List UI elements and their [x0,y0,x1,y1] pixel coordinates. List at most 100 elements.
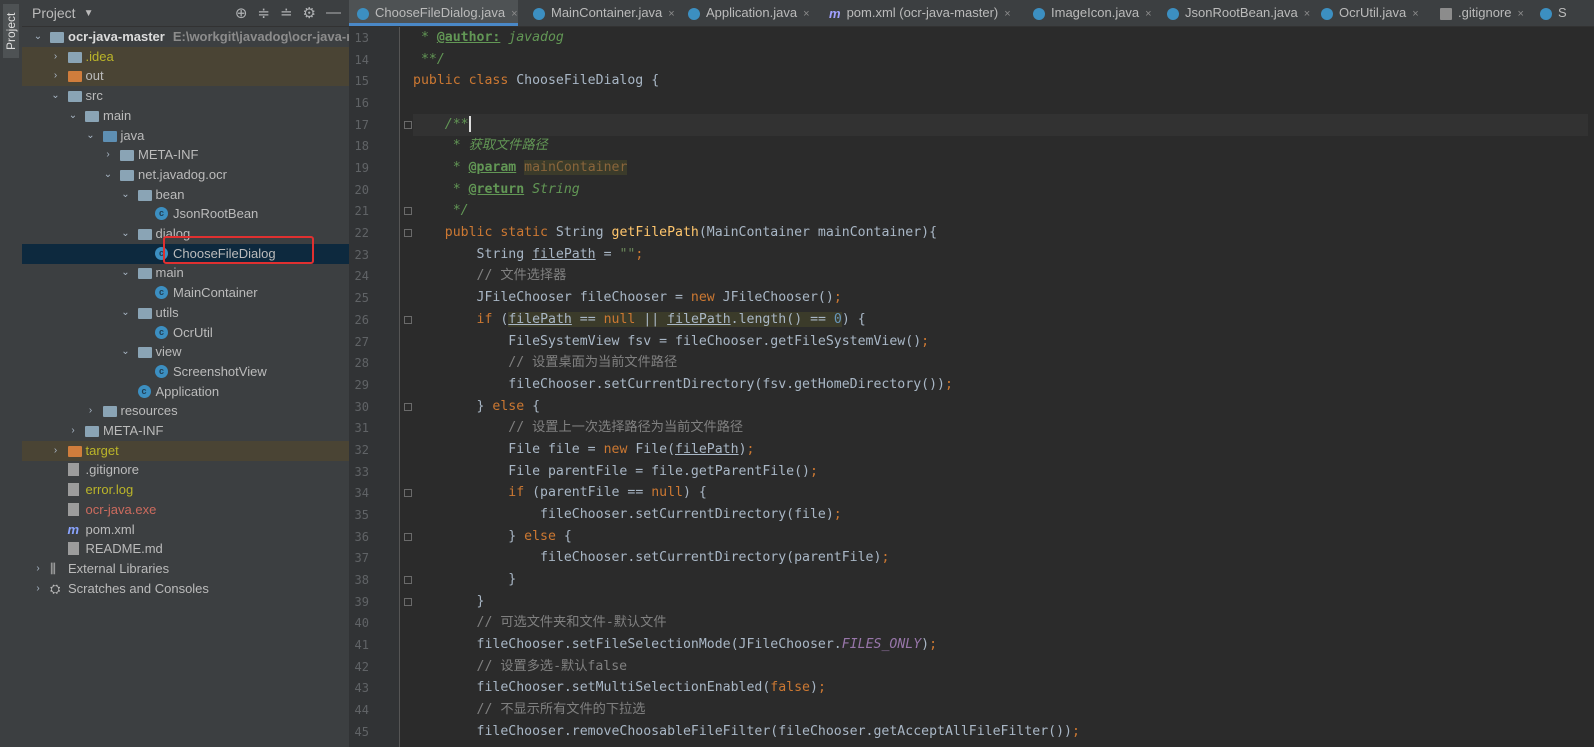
code-line[interactable]: // 文件选择器 [413,265,1588,287]
code-line[interactable]: fileChooser.removeChoosableFileFilter(fi… [413,721,1588,743]
code-line[interactable]: // 可选文件夹和文件-默认文件 [413,612,1588,634]
editor-tab[interactable]: S [1532,0,1567,26]
tree-item[interactable]: ⌄ main [22,106,349,126]
tree-item[interactable]: c MainContainer [22,283,349,303]
locate-icon[interactable]: ⊕ [235,4,248,22]
code-line[interactable]: File file = new File(filePath); [413,439,1588,461]
project-tool-button[interactable]: Project [3,4,19,58]
tree-item[interactable]: ⌄ src [22,86,349,106]
tree-item[interactable]: error.log [22,480,349,500]
close-icon[interactable]: × [1004,8,1010,20]
editor-tab[interactable]: Application.java × [680,0,810,26]
fold-marker-icon[interactable] [404,402,412,411]
chevron-down-icon[interactable]: ⌄ [67,106,79,126]
editor-tab[interactable]: OcrUtil.java × [1313,0,1419,26]
close-icon[interactable]: × [803,8,809,20]
chevron-down-icon[interactable]: ⌄ [50,86,62,106]
tree-item[interactable]: README.md [22,539,349,559]
close-icon[interactable]: × [511,8,517,20]
tree-item[interactable]: › META-INF [22,421,349,441]
tree-item[interactable]: .gitignore [22,460,349,480]
editor-tab[interactable]: ChooseFileDialog.java × [349,0,518,26]
fold-marker-icon[interactable] [404,576,412,584]
code-line[interactable]: public class ChooseFileDialog { [413,70,1588,92]
code-line[interactable]: * @return String [413,179,1588,201]
chevron-right-icon[interactable]: › [102,145,114,165]
chevron-down-icon[interactable]: ⌄ [32,27,44,47]
chevron-right-icon[interactable]: › [50,441,62,461]
tree-item[interactable]: ⌄ java [22,126,349,146]
editor-tab[interactable]: .gitignore × [1432,0,1524,26]
gear-icon[interactable]: ⚙ [303,4,316,22]
code-line[interactable]: if (parentFile == null) { [413,482,1588,504]
tree-item[interactable]: m pom.xml [22,520,349,540]
code-line[interactable]: /** [413,113,1588,136]
fold-marker-icon[interactable] [404,597,412,606]
fold-marker-icon[interactable] [404,207,412,216]
code-line[interactable]: fileChooser.setFileSelectionMode(JFileCh… [413,634,1588,656]
code-line[interactable]: // 设置上一次选择路径为当前文件路径 [413,417,1588,439]
tree-item[interactable]: › META-INF [22,145,349,165]
tree-item[interactable]: ⌄ ocr-java-master E:\workgit\javadog\ocr-j… [22,27,372,47]
code-line[interactable]: FileSystemView fsv = fileChooser.getFile… [413,331,1588,353]
expand-all-icon[interactable]: ≑ [257,4,270,22]
tree-item[interactable]: ⌄ net.javadog.ocr [22,165,349,185]
code-line[interactable]: // 不显示所有文件的下拉选 [413,699,1588,721]
tree-item[interactable]: ⌄ bean [22,185,349,205]
code-line[interactable]: **/ [413,49,1588,71]
tree-item[interactable]: c OcrUtil [22,323,349,343]
code-line[interactable]: */ [413,200,1588,222]
fold-marker-icon[interactable] [404,315,412,324]
chevron-right-icon[interactable]: › [67,421,79,441]
fold-marker-icon[interactable] [404,532,412,541]
tree-item[interactable]: › .idea [22,46,349,67]
code-line[interactable]: * @author: javadog [413,27,1588,49]
chevron-right-icon[interactable]: › [32,579,44,599]
code-line[interactable]: fileChooser.setCurrentDirectory(file); [413,504,1588,526]
code-line[interactable]: fileChooser.setCurrentDirectory(fsv.getH… [413,374,1588,396]
code-line[interactable]: } [413,591,1588,613]
editor-tab[interactable]: m pom.xml (ocr-java-master) × [821,0,1011,26]
code-line[interactable]: * 获取文件路径 [413,135,1588,157]
chevron-right-icon[interactable]: › [85,401,97,421]
chevron-down-icon[interactable]: ⌄ [120,224,132,244]
chevron-down-icon[interactable]: ⌄ [102,165,114,185]
chevron-right-icon[interactable]: › [50,66,62,86]
fold-marker-icon[interactable] [404,489,412,498]
close-icon[interactable]: × [1517,8,1523,20]
tree-item[interactable]: › resources [22,401,349,421]
code-line[interactable]: } else { [413,396,1588,418]
code-line[interactable]: fileChooser.setCurrentDirectory(parentFi… [413,547,1588,569]
code-line[interactable]: // 设置桌面为当前文件路径 [413,352,1588,374]
tree-item[interactable]: ⌄ utils [22,303,349,323]
tree-item[interactable]: ocr-java.exe [22,500,349,520]
chevron-down-icon[interactable]: ⌄ [120,303,132,323]
chevron-right-icon[interactable]: › [50,47,62,67]
code-line[interactable]: fileChooser.setMultiSelectionEnabled(fal… [413,677,1588,699]
code-line[interactable] [413,92,1588,114]
chevron-down-icon[interactable]: ⌄ [85,126,97,146]
code-line[interactable]: * @param mainContainer [413,157,1588,179]
close-icon[interactable]: × [668,8,674,20]
hide-icon[interactable]: — [326,4,341,22]
chevron-down-icon[interactable]: ▼ [84,8,94,19]
tree-item[interactable]: ⌄ main [22,263,349,283]
tree-item[interactable]: ⌄ view [22,342,349,362]
code-line[interactable]: } else { [413,526,1588,548]
fold-marker-icon[interactable] [404,120,412,129]
code-editor[interactable]: 13 14 15 16 17 18 19 20 21 22 23 24 25 26 27 28 29 30 31 32… [349,27,1594,747]
editor-tab[interactable]: MainContainer.java × [525,0,675,26]
tree-item[interactable]: › out [22,66,349,87]
close-icon[interactable]: × [1304,8,1310,20]
editor-tab[interactable]: JsonRootBean.java × [1159,0,1310,26]
chevron-down-icon[interactable]: ⌄ [120,185,132,205]
editor-tab[interactable]: ImageIcon.java × [1025,0,1152,26]
tree-item[interactable]: › ⛭ Scratches and Consoles [22,579,349,599]
code-line[interactable]: JFileChooser fileChooser = new JFileChoo… [413,287,1588,309]
collapse-all-icon[interactable]: ≐ [280,4,293,22]
close-icon[interactable]: × [1412,8,1418,20]
tree-item[interactable]: › ⫼ External Libraries [22,559,349,579]
code-line[interactable]: } [413,569,1588,591]
chevron-down-icon[interactable]: ⌄ [120,263,132,283]
chevron-right-icon[interactable]: › [32,559,44,579]
